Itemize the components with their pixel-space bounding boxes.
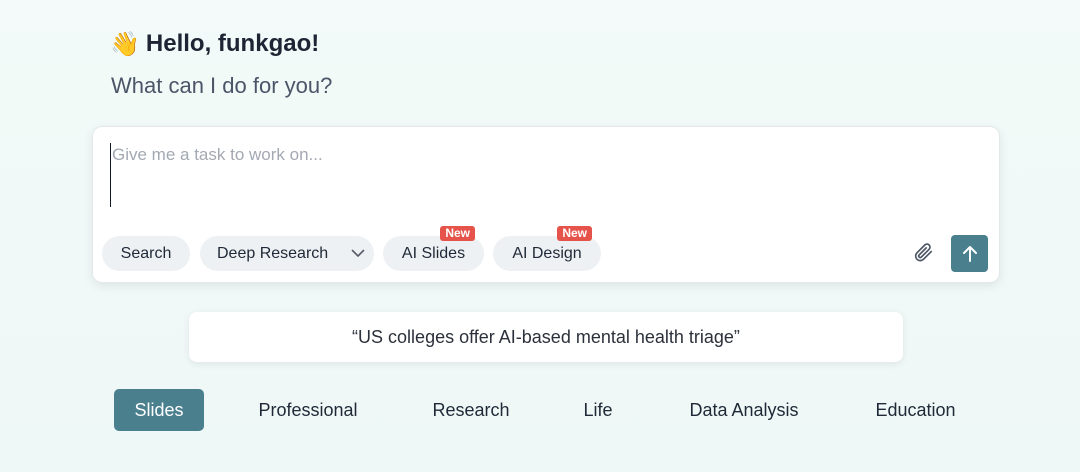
task-input[interactable] <box>110 143 984 207</box>
search-button[interactable]: Search <box>102 236 190 271</box>
tab-research[interactable]: Research <box>422 389 520 431</box>
new-badge: New <box>557 226 592 241</box>
arrow-up-icon <box>962 245 977 262</box>
deep-research-dropdown[interactable]: Deep Research <box>200 236 374 271</box>
greeting: 👋 Hello, funkgao! <box>110 28 319 60</box>
tab-label: Slides <box>134 399 184 420</box>
tab-label: Life <box>583 399 613 420</box>
greeting-subtitle: What can I do for you? <box>111 73 333 98</box>
suggestion-card[interactable]: “US colleges offer AI-based mental healt… <box>189 312 903 362</box>
ai-slides-label: AI Slides <box>401 244 466 262</box>
greeting-title: Hello, funkgao! <box>145 30 320 57</box>
ai-design-button[interactable]: AI Design New <box>493 226 601 271</box>
deep-research-label: Deep Research <box>217 244 329 262</box>
paperclip-icon[interactable] <box>911 240 935 264</box>
chevron-down-icon <box>351 249 365 257</box>
task-composer: Search Deep Research AI Slides New AI De… <box>92 126 1000 283</box>
send-button[interactable] <box>951 235 988 272</box>
tab-professional[interactable]: Professional <box>246 389 370 431</box>
tab-slides[interactable]: Slides <box>114 389 204 431</box>
tab-education[interactable]: Education <box>863 389 968 431</box>
suggestion-text: “US colleges offer AI-based mental healt… <box>352 326 740 347</box>
tab-label: Research <box>432 399 510 420</box>
tab-data-analysis[interactable]: Data Analysis <box>677 389 811 431</box>
tab-label: Professional <box>258 399 358 420</box>
search-button-label: Search <box>120 244 172 262</box>
ai-design-label: AI Design <box>512 244 582 262</box>
waving-hand-icon: 👋 <box>110 30 140 58</box>
ai-slides-button[interactable]: AI Slides New <box>383 226 484 271</box>
new-badge: New <box>440 226 475 241</box>
tab-label: Education <box>875 399 956 420</box>
tab-label: Data Analysis <box>689 399 799 420</box>
tab-life[interactable]: Life <box>573 389 623 431</box>
